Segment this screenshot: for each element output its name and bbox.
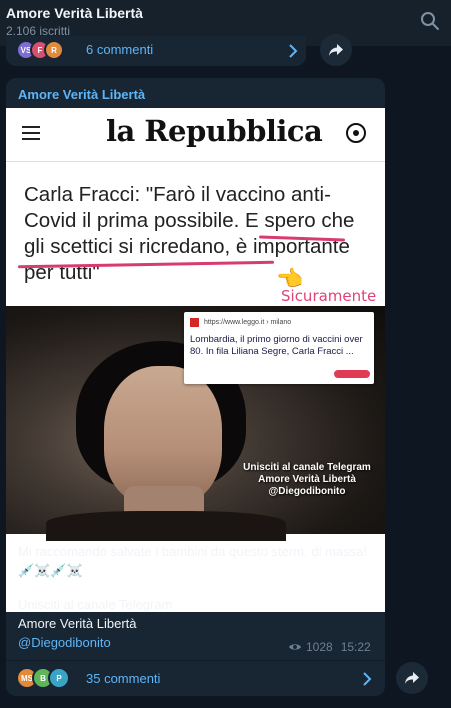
portrait-photo: https://www.leggo.it › milano Lombardia,… <box>6 306 385 541</box>
avatar: P <box>48 667 70 689</box>
eye-icon <box>289 644 301 650</box>
chevron-right-icon <box>363 672 372 686</box>
snippet-title: Lombardia, il primo giorno di vaccini ov… <box>190 334 363 357</box>
previous-post-comments-bar[interactable]: VS F R 6 commenti <box>6 36 306 66</box>
photo-shoulder <box>46 511 286 541</box>
chevron-right-icon <box>289 44 298 58</box>
avatar: R <box>44 40 64 60</box>
post-image[interactable]: la Repubblica Carla Fracci: "Farò il vac… <box>6 108 385 612</box>
favicon-icon <box>190 318 199 327</box>
post-comments-bar[interactable]: MS B P 35 commenti <box>6 660 385 696</box>
snippet-url-text: https://www.leggo.it › milano <box>204 319 292 326</box>
newspaper-logo: la Repubblica <box>106 114 323 148</box>
share-icon <box>405 672 419 684</box>
share-button[interactable] <box>320 34 352 66</box>
comments-link[interactable]: 6 commenti <box>86 42 153 57</box>
post-text-line: Mi raccomando salvate i bambini da quest… <box>18 544 367 578</box>
channel-post: Amore Verità Libertà la Repubblica Carla… <box>6 78 385 696</box>
search-icon[interactable] <box>420 11 440 31</box>
share-icon <box>329 44 343 56</box>
photo-face <box>104 366 222 506</box>
image-watermark-text: Unisciti al canale Telegram Amore Verità… <box>243 462 371 497</box>
post-text: Mi raccomando salvate i bambini da quest… <box>18 542 368 652</box>
news-snippet-card: https://www.leggo.it › milano Lombardia,… <box>184 312 374 384</box>
red-scribble <box>334 370 370 378</box>
post-text-line: Amore Verità Libertà <box>18 616 137 631</box>
user-icon <box>346 123 366 143</box>
newspaper-masthead-bar: la Repubblica <box>6 108 385 162</box>
commenter-avatars: MS B P <box>16 667 70 689</box>
handwritten-annotation: Sicuramente <box>281 287 377 305</box>
comments-link[interactable]: 35 commenti <box>86 671 160 686</box>
post-time: 15:22 <box>340 640 371 654</box>
article-headline: Carla Fracci: "Farò il vaccino anti-Covi… <box>24 183 355 284</box>
commenter-avatars: VS F R <box>16 40 64 60</box>
channel-title[interactable]: Amore Verità Libertà <box>6 5 143 21</box>
view-count: 1028 <box>306 640 333 654</box>
post-channel-name[interactable]: Amore Verità Libertà <box>18 87 145 102</box>
snippet-url: https://www.leggo.it › milano <box>190 318 291 327</box>
post-text-line: Unisciti al canale Telegram <box>18 597 173 612</box>
menu-icon <box>22 126 40 140</box>
post-meta: 1028 15:22 <box>288 640 371 654</box>
share-button[interactable] <box>396 662 428 694</box>
